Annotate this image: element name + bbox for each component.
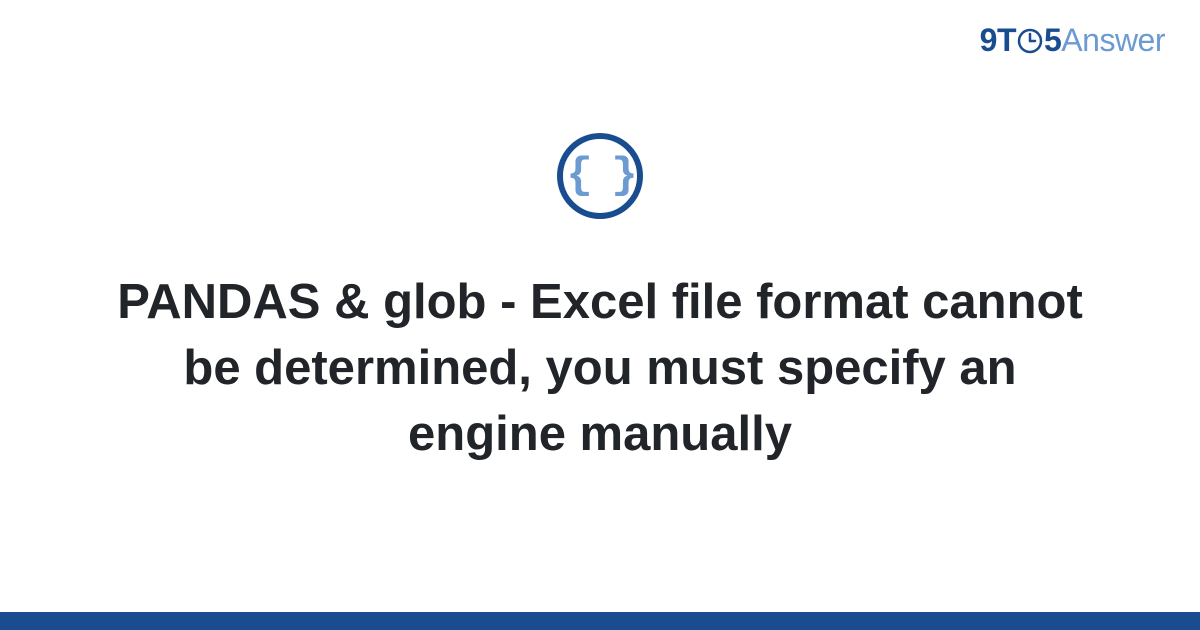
braces-glyph: { } (566, 154, 633, 198)
page-title: PANDAS & glob - Excel file format cannot… (100, 269, 1100, 467)
code-braces-icon: { } (557, 133, 643, 219)
footer-bar (0, 612, 1200, 630)
content-wrapper: { } PANDAS & glob - Excel file format ca… (0, 0, 1200, 630)
